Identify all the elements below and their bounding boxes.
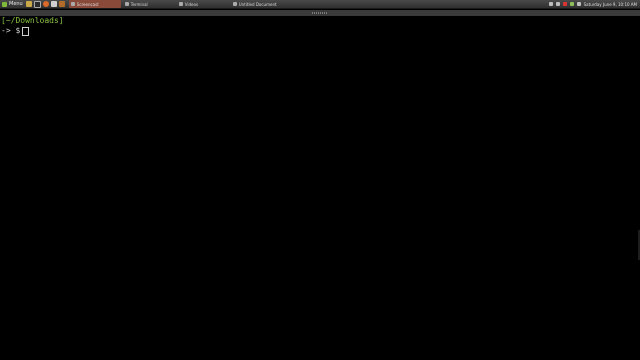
menu-label: Menu xyxy=(9,1,23,7)
terminal-output[interactable]: [~/Downloads] -> $ xyxy=(0,16,640,360)
window-button-videos[interactable]: Videos xyxy=(177,0,229,8)
window-label: Untitled Document xyxy=(238,1,277,7)
window-icon xyxy=(178,2,183,6)
files-launcher-icon[interactable] xyxy=(25,1,32,7)
editor-launcher-icon[interactable] xyxy=(50,1,57,7)
volume-icon[interactable] xyxy=(576,2,581,6)
current-directory: [~/Downloads] xyxy=(1,16,64,25)
text-cursor xyxy=(22,26,30,36)
desktop-screen: Menu Screencast Terminal Videos Untitled… xyxy=(0,0,640,360)
window-label: Terminal xyxy=(130,1,148,7)
terminal-launcher-icon[interactable] xyxy=(33,0,41,8)
window-button-document[interactable]: Untitled Document xyxy=(231,0,283,8)
clock[interactable]: Saturday June 9, 10:10 AM xyxy=(584,2,637,7)
window-label: Videos xyxy=(184,1,199,7)
network-icon[interactable] xyxy=(569,2,574,6)
menu-button[interactable]: Menu xyxy=(0,0,26,9)
menu-logo-icon xyxy=(2,1,7,7)
prompt-arrow: -> xyxy=(1,26,11,35)
browser-launcher-icon[interactable] xyxy=(42,1,49,7)
window-icon xyxy=(70,2,75,6)
keyboard-layout-icon[interactable] xyxy=(562,2,567,6)
window-button-terminal[interactable]: Terminal xyxy=(123,0,175,8)
launcher-panel xyxy=(25,0,69,9)
taskbar: Menu Screencast Terminal Videos Untitled… xyxy=(0,0,640,9)
window-icon xyxy=(124,2,129,6)
prompt-symbol: $ xyxy=(15,26,21,35)
bluetooth-icon[interactable] xyxy=(548,2,553,6)
app-launcher-icon[interactable] xyxy=(58,1,65,7)
window-icon xyxy=(232,2,237,6)
update-icon[interactable] xyxy=(555,2,560,6)
drag-handle-icon[interactable] xyxy=(312,12,328,14)
prompt-line[interactable]: -> $ xyxy=(1,26,640,36)
window-list: Screencast Terminal Videos Untitled Docu… xyxy=(68,0,549,9)
window-label: Screencast xyxy=(76,1,99,7)
window-button-screencast[interactable]: Screencast xyxy=(68,0,121,8)
system-tray: Saturday June 9, 10:10 AM xyxy=(548,0,640,9)
